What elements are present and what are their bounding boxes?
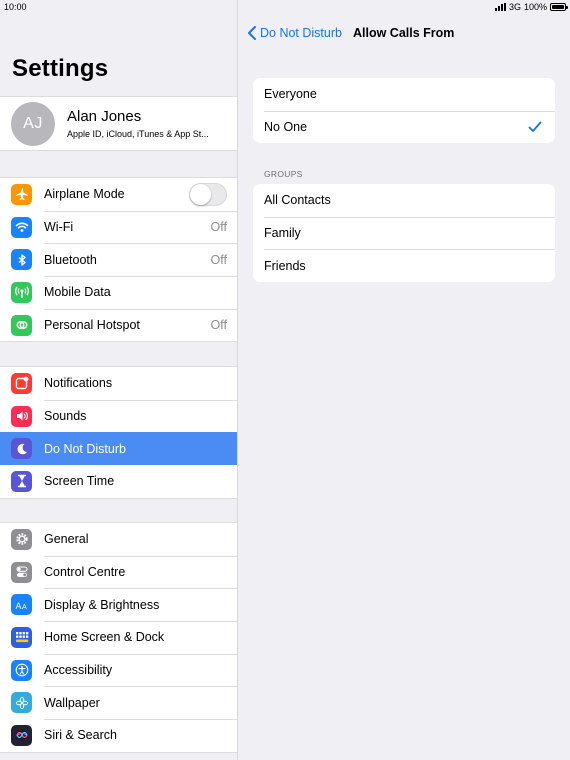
sidebar-item-notifications[interactable]: Notifications: [0, 367, 237, 400]
status-bar: 10:00 3G 100%: [0, 0, 570, 14]
option-everyone[interactable]: Everyone: [253, 78, 555, 111]
sidebar-item-display-and-brightness[interactable]: A A Display & Brightness: [0, 588, 237, 621]
sidebar-item-label: Sounds: [44, 409, 87, 424]
sidebar-item-label: Do Not Disturb: [44, 441, 126, 456]
personal-hotspot-value: Off: [210, 318, 227, 333]
wifi-icon: [11, 216, 32, 238]
sidebar-item-screen-time[interactable]: Screen Time: [0, 465, 237, 498]
sidebar-item-label: Wi-Fi: [44, 220, 74, 235]
svg-text:A: A: [15, 601, 21, 611]
sidebar-item-accessibility[interactable]: Accessibility: [0, 653, 237, 687]
group-item-label: Friends: [264, 258, 306, 273]
sidebar-item-label: Mobile Data: [44, 285, 111, 300]
settings-group-general: General Control Centre A A Display & Brightn…: [0, 522, 237, 753]
sidebar-item-label: General: [44, 532, 89, 547]
detail-pane: Do Not Disturb Allow Calls From Everyone…: [238, 0, 570, 760]
profile-subtitle: Apple ID, iCloud, iTunes & App St...: [67, 129, 209, 139]
sidebar-item-label: Siri & Search: [44, 728, 117, 743]
airplane-icon: [11, 183, 32, 205]
group-item-family[interactable]: Family: [253, 216, 555, 250]
status-indicators: 3G 100%: [494, 2, 568, 12]
back-button[interactable]: Do Not Disturb: [247, 26, 342, 40]
sidebar-item-label: Display & Brightness: [44, 597, 160, 612]
status-time: 10:00: [4, 2, 27, 12]
nav-bar: Do Not Disturb Allow Calls From: [238, 20, 570, 46]
sidebar-item-bluetooth[interactable]: Bluetooth Off: [0, 243, 237, 276]
profile-name: Alan Jones: [67, 108, 142, 125]
grid-icon: [11, 626, 32, 648]
antenna-icon: [11, 281, 32, 303]
group-item-friends[interactable]: Friends: [253, 249, 555, 282]
sidebar-item-mobile-data[interactable]: Mobile Data: [0, 276, 237, 309]
groups-header: GROUPS: [264, 169, 303, 179]
option-no-one[interactable]: No One: [253, 110, 555, 144]
group-item-all-contacts[interactable]: All Contacts: [253, 184, 555, 217]
moon-icon: [11, 438, 32, 460]
text-size-icon: AA: [11, 594, 32, 616]
toggle-knob: [190, 183, 211, 205]
groups-card: All Contacts Family Friends: [253, 184, 555, 283]
network-type: 3G: [508, 2, 521, 12]
airplane-mode-toggle[interactable]: [189, 182, 227, 206]
sidebar-item-personal-hotspot[interactable]: Personal Hotspot Off: [0, 308, 237, 342]
option-label: No One: [264, 120, 308, 135]
sidebar-item-sounds[interactable]: Sounds: [0, 399, 237, 433]
sidebar-item-label: Personal Hotspot: [44, 318, 140, 333]
settings-sidebar: Settings AJ Alan Jones Apple ID, iCloud,…: [0, 0, 238, 760]
wi-fi-value: Off: [210, 220, 227, 235]
sidebar-item-home-screen-and-dock[interactable]: Home Screen & Dock: [0, 621, 237, 654]
sidebar-item-label: Bluetooth: [44, 252, 97, 267]
signal-icon: [494, 3, 506, 11]
battery-percent: 100%: [523, 2, 547, 12]
sidebar-item-siri-and-search[interactable]: Siri & Search: [0, 719, 237, 752]
chevron-left-icon: [248, 26, 256, 40]
sidebar-item-label: Wallpaper: [44, 695, 100, 710]
flower-icon: [11, 692, 32, 714]
sidebar-item-label: Control Centre: [44, 565, 126, 580]
switches-icon: [11, 561, 32, 583]
gear-icon: [11, 528, 32, 550]
accessibility-icon: [11, 659, 32, 681]
profile-row[interactable]: AJ Alan Jones Apple ID, iCloud, iTunes &…: [0, 96, 237, 151]
back-label: Do Not Disturb: [260, 26, 342, 40]
nav-title: Allow Calls From: [352, 26, 455, 40]
hourglass-icon: [11, 470, 32, 492]
svg-text:A: A: [22, 604, 27, 611]
sidebar-item-label: Screen Time: [44, 474, 115, 489]
siri-icon: [11, 724, 32, 746]
sidebar-item-label: Notifications: [44, 376, 113, 391]
bluetooth-icon: [11, 249, 32, 271]
sidebar-item-label: Home Screen & Dock: [44, 630, 165, 645]
speaker-icon: [11, 405, 32, 427]
group-item-label: All Contacts: [264, 193, 331, 208]
hotspot-icon: [11, 314, 32, 336]
sidebar-item-airplane-mode[interactable]: Airplane Mode: [0, 178, 237, 211]
avatar: AJ: [11, 101, 55, 146]
sidebar-item-label: Accessibility: [44, 663, 113, 678]
page-title: Settings: [12, 55, 109, 82]
checkmark-icon: [528, 121, 542, 132]
call-options-card: Everyone No One: [253, 78, 555, 144]
sidebar-item-wallpaper[interactable]: Wallpaper: [0, 686, 237, 719]
sidebar-item-control-centre[interactable]: Control Centre: [0, 555, 237, 589]
group-item-label: Family: [264, 226, 301, 241]
option-label: Everyone: [264, 87, 317, 102]
settings-group-connectivity: Airplane Mode Wi-Fi Off Bluetooth Off Mobile …: [0, 177, 237, 343]
battery-icon: [550, 3, 568, 11]
bluetooth-value: Off: [210, 252, 227, 267]
notifications-icon: [11, 372, 32, 394]
sidebar-item-do-not-disturb[interactable]: Do Not Disturb: [0, 432, 237, 466]
sidebar-item-label: Airplane Mode: [44, 187, 125, 202]
sidebar-item-wi-fi[interactable]: Wi-Fi Off: [0, 210, 237, 244]
sidebar-item-general[interactable]: General: [0, 523, 237, 556]
settings-group-notifications: Notifications Sounds Do Not Disturb Screen …: [0, 366, 237, 499]
